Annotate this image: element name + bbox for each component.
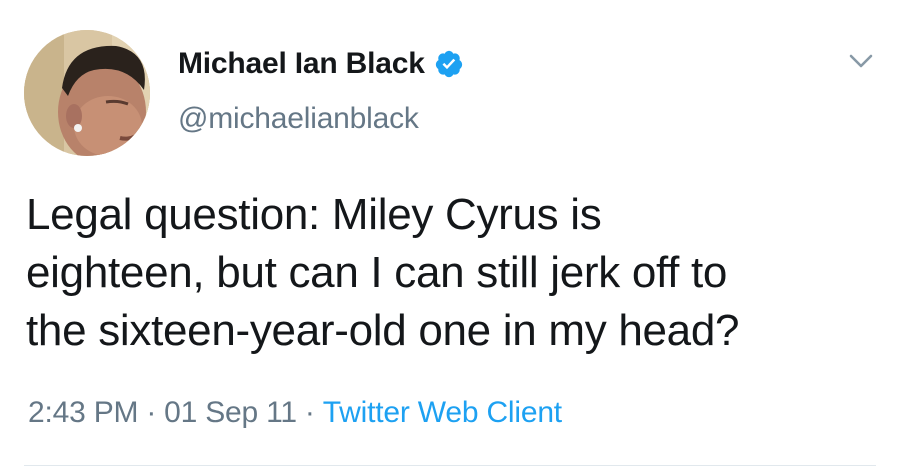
author-name-row[interactable]: Michael Ian Black [178, 44, 464, 84]
verified-badge-icon [434, 49, 464, 79]
tweet-metadata: 2:43 PM · 01 Sep 11 · Twitter Web Client [28, 396, 562, 430]
meta-separator: · [304, 396, 315, 429]
tweet-text-line: Legal question: Miley Cyrus is [26, 190, 602, 239]
divider [24, 465, 876, 466]
tweet-time[interactable]: 2:43 PM [28, 396, 139, 429]
handle[interactable]: @michaelianblack [178, 102, 419, 136]
avatar[interactable] [24, 30, 150, 156]
tweet-text-line: the sixteen-year-old one in my head? [26, 306, 740, 355]
tweet-client-link[interactable]: Twitter Web Client [323, 396, 562, 429]
tweet-text: Legal question: Miley Cyrus is eighteen,… [26, 186, 876, 360]
meta-separator: · [146, 396, 157, 429]
tweet-card: Michael Ian Black @michaelianblack Legal… [0, 0, 900, 472]
chevron-down-icon[interactable] [846, 46, 876, 76]
avatar-photo [24, 30, 150, 156]
tweet-text-line: eighteen, but can I can still jerk off t… [26, 248, 728, 297]
display-name[interactable]: Michael Ian Black [178, 47, 425, 81]
tweet-date[interactable]: 01 Sep 11 [164, 396, 297, 429]
